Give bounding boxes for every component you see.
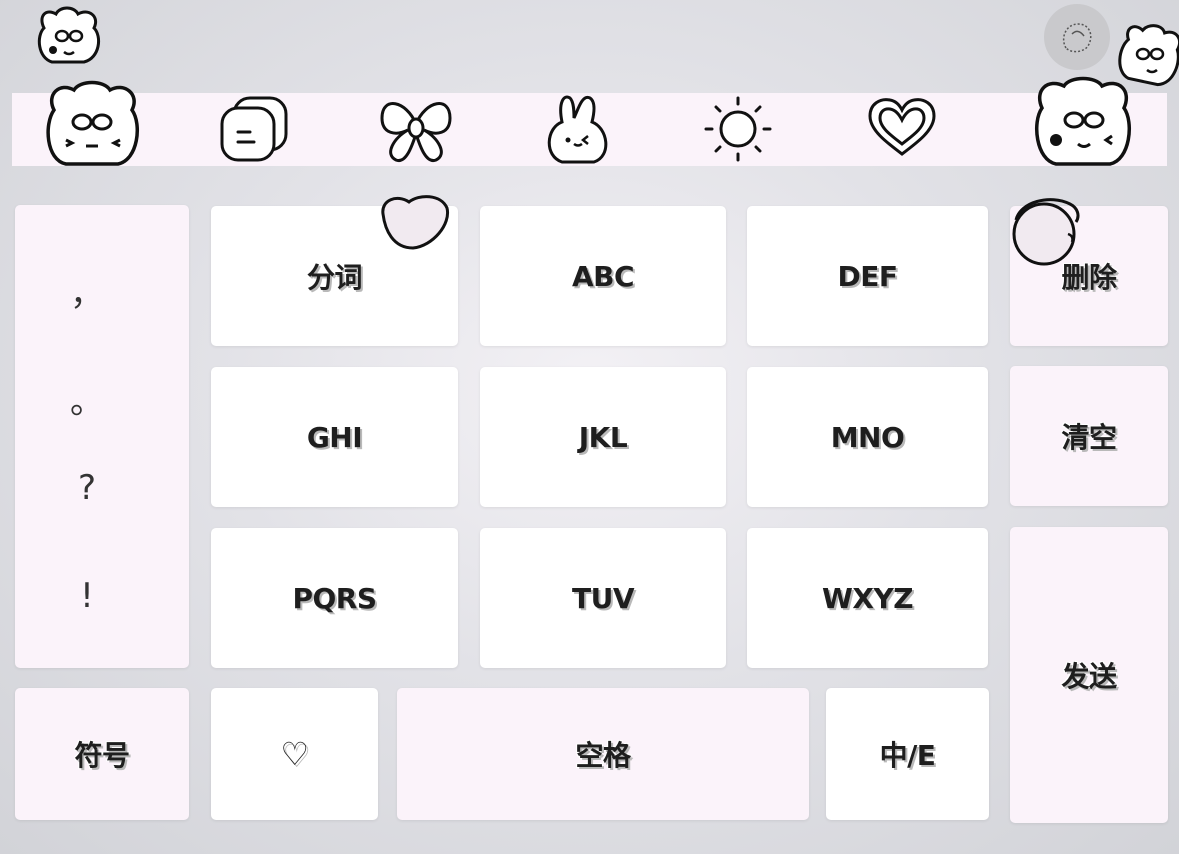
- key-label: WXYZ: [821, 581, 914, 615]
- clear-key[interactable]: 清空: [1010, 366, 1168, 506]
- avatar[interactable]: [1044, 4, 1110, 70]
- key-label: 空格: [575, 739, 631, 772]
- key-label: ABC: [571, 259, 635, 293]
- heart-key[interactable]: ♡: [211, 688, 378, 820]
- tuv-key[interactable]: TUV: [480, 528, 726, 668]
- ball-sticker-icon: [1010, 194, 1082, 274]
- comma-key[interactable]: ，: [0, 266, 174, 315]
- period-key[interactable]: 。: [0, 374, 174, 423]
- key-label: 中/E: [879, 739, 936, 772]
- symbols-key[interactable]: 符号: [15, 688, 189, 820]
- def-key[interactable]: DEF: [747, 206, 988, 346]
- key-label: PQRS: [292, 581, 377, 615]
- send-key[interactable]: 发送: [1010, 527, 1168, 823]
- key-label: GHI: [306, 420, 363, 454]
- exclamation-key[interactable]: !: [0, 576, 174, 616]
- question-key[interactable]: ?: [0, 468, 174, 508]
- language-toggle-key[interactable]: 中/E: [826, 688, 989, 820]
- key-label: 清空: [1061, 421, 1117, 454]
- ghi-key[interactable]: GHI: [211, 367, 458, 507]
- jkl-key[interactable]: JKL: [480, 367, 726, 507]
- key-label: TUV: [571, 581, 635, 615]
- bow-icon[interactable]: [376, 94, 456, 166]
- bunny-face-icon[interactable]: [1028, 76, 1138, 168]
- sun-icon[interactable]: [700, 92, 776, 166]
- key-label: ♡: [280, 735, 309, 773]
- abc-key[interactable]: ABC: [480, 206, 726, 346]
- wxyz-key[interactable]: WXYZ: [747, 528, 988, 668]
- rabbit-icon[interactable]: [538, 92, 618, 166]
- key-label: 发送: [1061, 660, 1117, 693]
- bunny-face-icon[interactable]: [40, 80, 146, 168]
- key-label: 分词: [306, 261, 363, 294]
- key-label: MNO: [830, 420, 905, 454]
- key-label: DEF: [837, 259, 899, 293]
- bunny-sticker-icon: [34, 6, 106, 72]
- mno-key[interactable]: MNO: [747, 367, 988, 507]
- heart-sticker-icon: [375, 194, 451, 256]
- heart-icon[interactable]: [866, 96, 938, 160]
- pqrs-key[interactable]: PQRS: [211, 528, 458, 668]
- chat-bubble-icon[interactable]: [216, 94, 292, 166]
- key-label: 符号: [74, 739, 130, 772]
- space-key[interactable]: 空格: [397, 688, 809, 820]
- key-label: JKL: [578, 420, 628, 454]
